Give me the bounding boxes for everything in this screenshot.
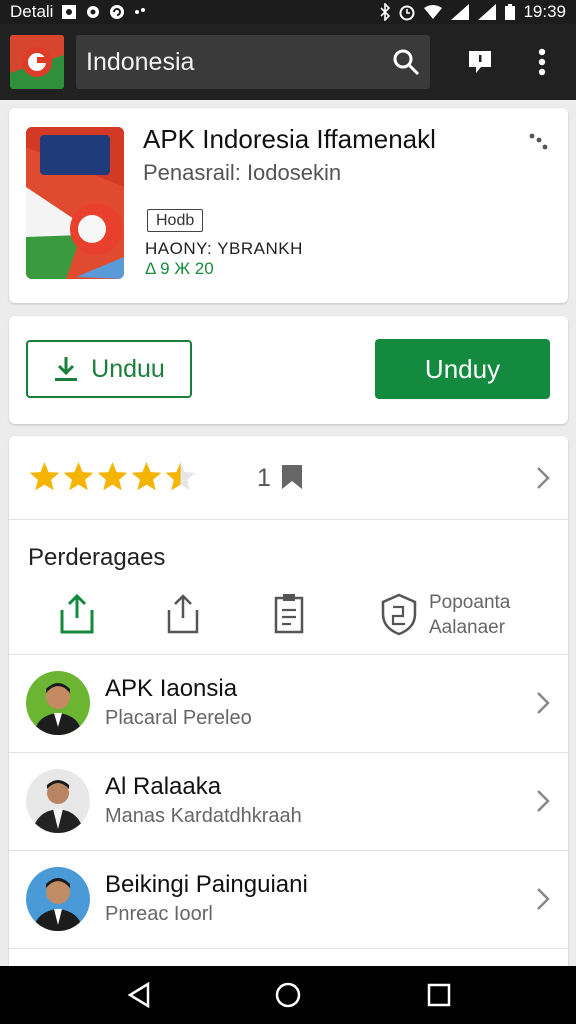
avatar bbox=[26, 867, 90, 931]
rating-row[interactable]: 1 bbox=[9, 436, 568, 520]
more-vertical-icon[interactable] bbox=[522, 42, 562, 82]
chevron-right-icon[interactable] bbox=[535, 887, 551, 911]
battery-icon bbox=[505, 4, 516, 20]
feedback-icon[interactable] bbox=[460, 42, 500, 82]
download-icon bbox=[55, 357, 78, 381]
sync-icon bbox=[110, 5, 125, 19]
search-bar[interactable]: Indonesia bbox=[76, 35, 430, 89]
list-item[interactable]: Al Ralaaka Manas Kardatdhkraah bbox=[9, 752, 568, 850]
list-item-title: APK Iaonsia bbox=[105, 675, 238, 702]
settings-icon bbox=[87, 6, 100, 18]
app-publisher[interactable]: Penasrail: Iodosekin bbox=[143, 160, 341, 186]
carrier-label: Detali bbox=[10, 2, 54, 21]
star-icon bbox=[131, 462, 162, 491]
search-input[interactable]: Indonesia bbox=[86, 48, 392, 77]
install-actions-card: Unduu Unduy bbox=[9, 316, 568, 424]
list-item-subtitle: Manas Kardatdhkraah bbox=[105, 805, 302, 827]
upload-icon[interactable] bbox=[57, 592, 97, 636]
install-button[interactable]: Unduy bbox=[375, 339, 550, 399]
list-item-title: Beikingi Painguiani bbox=[105, 871, 308, 898]
app-title: APK Indoresia Iffamenakl bbox=[143, 124, 436, 154]
chevron-right-icon[interactable] bbox=[535, 789, 551, 813]
app-meta: HAONY: YBRANKH bbox=[145, 239, 303, 258]
details-card: 1 Perderagaes Popoanta Aalanaer APK Iaon… bbox=[9, 436, 568, 976]
star-icon bbox=[29, 462, 60, 491]
alarm-icon bbox=[399, 5, 415, 21]
back-icon[interactable] bbox=[124, 980, 154, 1010]
chevron-right-icon[interactable] bbox=[535, 466, 551, 490]
app-downloads: Δ 9 Ж 20 bbox=[145, 259, 214, 278]
content-rating-badge: Hodb bbox=[147, 209, 204, 232]
download-outline-button[interactable]: Unduu bbox=[26, 340, 192, 398]
navigation-bar bbox=[0, 966, 576, 1024]
star-half-icon bbox=[165, 462, 196, 491]
gallery-icon bbox=[62, 5, 77, 19]
app-header-card: APK Indoresia Iffamenakl Penasrail: Iodo… bbox=[9, 108, 568, 303]
permission-details[interactable]: Popoanta Aalanaer bbox=[429, 590, 510, 640]
dots-icon bbox=[135, 8, 146, 14]
shield-icon[interactable] bbox=[379, 592, 419, 636]
bookmark-icon[interactable] bbox=[281, 464, 303, 490]
top-bar: Indonesia bbox=[0, 24, 576, 100]
home-icon[interactable] bbox=[273, 980, 303, 1010]
permission-line-2: Aalanaer bbox=[429, 617, 506, 638]
recents-icon[interactable] bbox=[424, 980, 454, 1010]
permissions-row: Popoanta Aalanaer bbox=[9, 588, 568, 654]
overflow-icon[interactable] bbox=[526, 130, 550, 154]
star-rating bbox=[28, 460, 197, 493]
avatar bbox=[26, 769, 90, 833]
list-item-subtitle: Placaral Pereleo bbox=[105, 707, 252, 729]
search-icon[interactable] bbox=[392, 48, 420, 76]
list-item[interactable]: Beikingi Painguiani Pnreac Ioorl bbox=[9, 850, 568, 948]
star-icon bbox=[63, 462, 94, 491]
clipboard-icon[interactable] bbox=[269, 592, 309, 636]
chevron-right-icon[interactable] bbox=[535, 691, 551, 715]
permission-line-1: Popoanta bbox=[429, 592, 511, 613]
app-icon bbox=[26, 127, 124, 279]
permissions-title: Perderagaes bbox=[28, 544, 166, 571]
list-item-title: Al Ralaaka bbox=[105, 773, 222, 800]
rating-count: 1 bbox=[257, 464, 271, 492]
list-item-subtitle: Pnreac Ioorl bbox=[105, 903, 213, 925]
app-logo-icon[interactable] bbox=[10, 35, 64, 89]
clock: 19:39 bbox=[523, 2, 566, 21]
download-outline-label: Unduu bbox=[91, 354, 165, 383]
list-item[interactable]: APK Iaonsia Placaral Pereleo bbox=[9, 654, 568, 752]
wifi-icon bbox=[424, 5, 443, 19]
signal-icon bbox=[451, 4, 470, 20]
signal-icon-2 bbox=[478, 4, 497, 20]
avatar bbox=[26, 671, 90, 735]
status-bar: Detali 19:39 bbox=[0, 0, 576, 24]
bluetooth-icon bbox=[380, 3, 391, 21]
star-icon bbox=[97, 462, 128, 491]
share-icon[interactable] bbox=[163, 592, 203, 636]
